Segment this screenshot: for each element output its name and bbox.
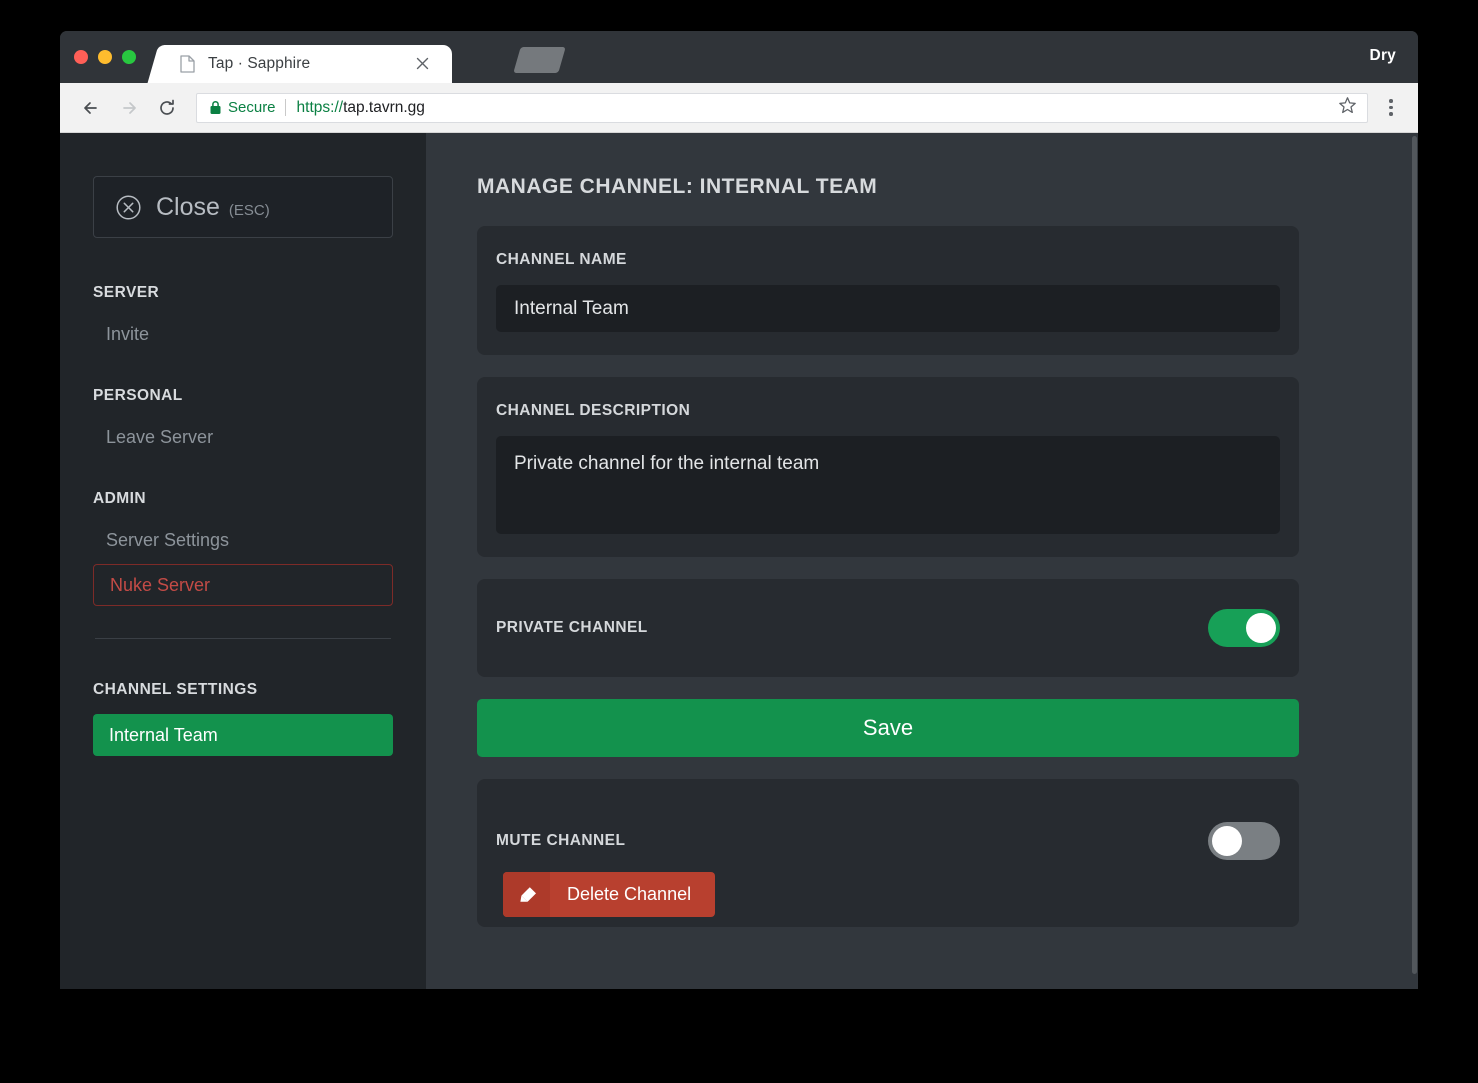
screenshot-root: Tap · Sapphire Dry Secure https://tap.ta… <box>0 0 1478 1083</box>
channel-name-input[interactable]: Internal Team <box>496 285 1280 332</box>
new-tab-icon[interactable] <box>513 47 566 73</box>
channel-description-card: CHANNEL DESCRIPTION Private channel for … <box>477 377 1299 557</box>
document-icon <box>180 55 195 73</box>
url-host: tap.tavrn.gg <box>343 98 425 116</box>
close-icon[interactable] <box>415 56 430 71</box>
main-scrollbar[interactable] <box>1411 133 1418 989</box>
eraser-icon <box>503 872 550 917</box>
toggle-knob <box>1212 826 1242 856</box>
toggle-knob <box>1246 613 1276 643</box>
window-traffic-lights <box>74 50 136 64</box>
sidebar-item-nuke-server[interactable]: Nuke Server <box>93 564 393 606</box>
sidebar-heading-personal: PERSONAL <box>93 387 183 404</box>
browser-tab-title: Tap · Sapphire <box>208 55 311 72</box>
sidebar-item-server-settings[interactable]: Server Settings <box>93 530 393 551</box>
url-scheme: https:// <box>296 98 344 116</box>
delete-channel-button[interactable]: Delete Channel <box>503 872 716 917</box>
nuke-server-label: Nuke Server <box>110 574 211 595</box>
address-bar-url: https://tap.tavrn.gg <box>297 99 425 117</box>
active-channel-label: Internal Team <box>109 724 218 745</box>
app-body: Close (ESC) SERVER Invite PERSONAL Leave… <box>60 133 1418 989</box>
private-channel-card: PRIVATE CHANNEL <box>477 579 1299 677</box>
sidebar-heading-server: SERVER <box>93 284 160 301</box>
close-settings-button[interactable]: Close (ESC) <box>93 176 393 238</box>
maximize-window-button[interactable] <box>122 50 136 64</box>
star-icon[interactable] <box>1338 96 1357 120</box>
channel-description-input[interactable]: Private channel for the internal team <box>496 436 1280 534</box>
channel-description-label: CHANNEL DESCRIPTION <box>496 402 691 419</box>
browser-window: Tap · Sapphire Dry Secure https://tap.ta… <box>60 31 1418 989</box>
sidebar-item-invite[interactable]: Invite <box>93 324 393 345</box>
save-button[interactable]: Save <box>477 699 1299 757</box>
mute-channel-label: MUTE CHANNEL <box>496 832 626 849</box>
mute-channel-card: MUTE CHANNEL Delete Channel <box>477 779 1299 927</box>
settings-sidebar: Close (ESC) SERVER Invite PERSONAL Leave… <box>60 133 426 989</box>
sidebar-heading-admin: ADMIN <box>93 490 147 507</box>
channel-name-label: CHANNEL NAME <box>496 251 627 268</box>
mute-channel-row: MUTE CHANNEL <box>496 822 1280 860</box>
minimize-window-button[interactable] <box>98 50 112 64</box>
arrow-right-icon <box>112 91 146 125</box>
reload-icon[interactable] <box>150 91 184 125</box>
private-channel-toggle[interactable] <box>1208 609 1280 647</box>
browser-toolbar: Secure https://tap.tavrn.gg <box>60 83 1418 133</box>
mute-channel-toggle[interactable] <box>1208 822 1280 860</box>
secure-label: Secure <box>228 99 276 116</box>
address-bar[interactable]: Secure https://tap.tavrn.gg <box>196 92 1368 123</box>
close-circle-icon <box>115 194 142 221</box>
delete-channel-label: Delete Channel <box>567 884 692 904</box>
browser-tab-strip: Tap · Sapphire Dry <box>60 31 1418 83</box>
lock-icon <box>209 100 222 115</box>
omnibox-divider <box>284 99 286 116</box>
arrow-left-icon[interactable] <box>74 91 108 125</box>
sidebar-item-leave-server[interactable]: Leave Server <box>93 427 393 448</box>
sidebar-heading-channel-settings: CHANNEL SETTINGS <box>93 681 258 698</box>
close-shortcut: (ESC) <box>228 201 270 219</box>
private-channel-label: PRIVATE CHANNEL <box>496 619 648 636</box>
channel-name-card: CHANNEL NAME Internal Team <box>477 226 1299 355</box>
browser-tab[interactable]: Tap · Sapphire <box>162 45 452 83</box>
close-label: Close <box>156 192 220 221</box>
settings-main-pane: MANAGE CHANNEL: INTERNAL TEAM CHANNEL NA… <box>426 133 1418 989</box>
kebab-menu-icon[interactable] <box>1378 93 1404 123</box>
page-title: MANAGE CHANNEL: INTERNAL TEAM <box>477 175 878 198</box>
scrollbar-thumb[interactable] <box>1412 136 1417 974</box>
close-window-button[interactable] <box>74 50 88 64</box>
sidebar-item-internal-team[interactable]: Internal Team <box>93 714 393 756</box>
sidebar-divider <box>95 638 391 639</box>
window-user-label: Dry <box>1369 47 1396 64</box>
